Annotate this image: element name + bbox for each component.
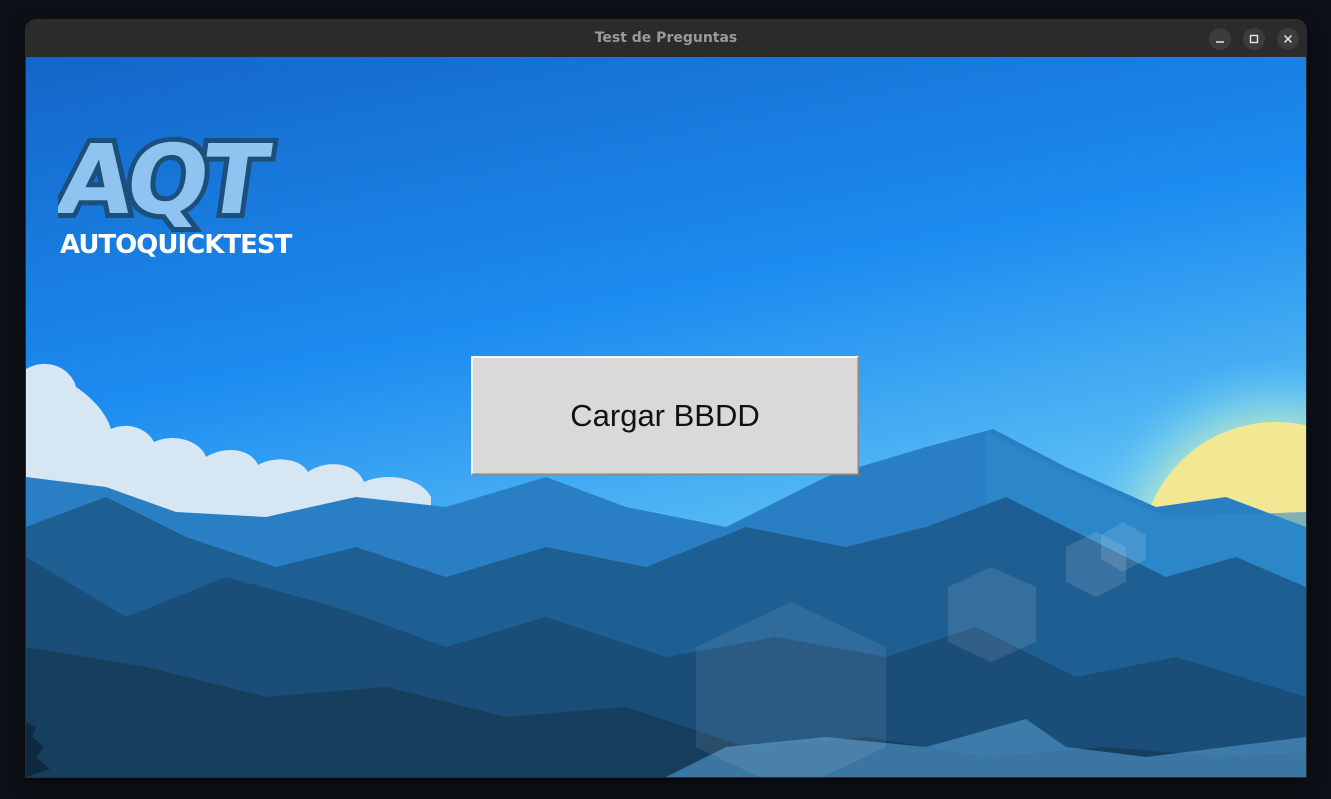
maximize-button[interactable] bbox=[1243, 28, 1265, 50]
svg-text:AQT: AQT bbox=[58, 123, 276, 235]
app-window: Test de Preguntas AQT AUTOQUICKTEST Carg… bbox=[26, 20, 1306, 777]
minimize-button[interactable] bbox=[1209, 28, 1231, 50]
load-database-button[interactable]: Cargar BBDD bbox=[471, 356, 859, 475]
maximize-icon bbox=[1249, 34, 1259, 44]
app-content: AQT AUTOQUICKTEST Cargar BBDD bbox=[26, 57, 1306, 777]
svg-text:AUTOQUICKTEST: AUTOQUICKTEST bbox=[60, 230, 293, 260]
title-bar[interactable]: Test de Preguntas bbox=[26, 20, 1306, 58]
app-logo: AQT AUTOQUICKTEST bbox=[46, 101, 398, 265]
window-title: Test de Preguntas bbox=[594, 30, 738, 46]
close-icon bbox=[1283, 34, 1293, 44]
aqt-logo-image: AQT AUTOQUICKTEST bbox=[46, 118, 294, 260]
close-button[interactable] bbox=[1277, 28, 1299, 50]
minimize-icon bbox=[1216, 41, 1224, 43]
